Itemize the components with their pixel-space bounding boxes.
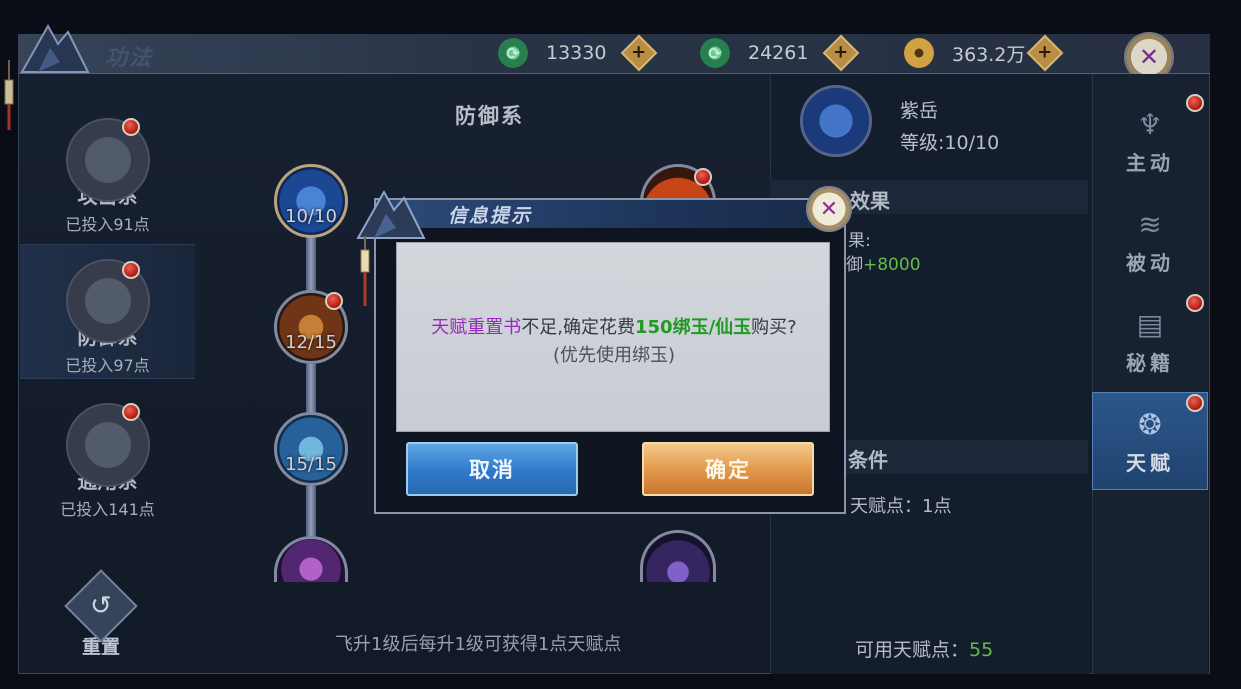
price-text: 150绑玉/仙玉	[635, 317, 752, 338]
dialog-body: 天赋重置书不足,确定花费150绑玉/仙玉购买? (优先使用绑玉)	[396, 242, 830, 432]
dialog-note: (优先使用绑玉)	[552, 345, 676, 366]
close-icon: ✕	[819, 196, 839, 222]
dialog-header: 信息提示	[376, 200, 844, 228]
dialog-message: 天赋重置书不足,确定花费150绑玉/仙玉购买?	[397, 313, 831, 339]
item-name: 天赋重置书	[431, 317, 522, 338]
dialog-close-button[interactable]: ✕	[806, 186, 852, 232]
message-mid: 不足,确定花费	[521, 317, 635, 338]
cancel-button[interactable]: 取消	[406, 442, 578, 496]
message-end: 购买?	[751, 317, 797, 338]
mountain-logo-icon	[356, 189, 426, 239]
confirm-button[interactable]: 确定	[642, 442, 814, 496]
dialog-title: 信息提示	[448, 205, 533, 227]
info-dialog: 信息提示 天赋重置书不足,确定花费150绑玉/仙玉购买? (优先使用绑玉) 取消…	[374, 198, 846, 514]
lantern-icon	[360, 236, 370, 306]
